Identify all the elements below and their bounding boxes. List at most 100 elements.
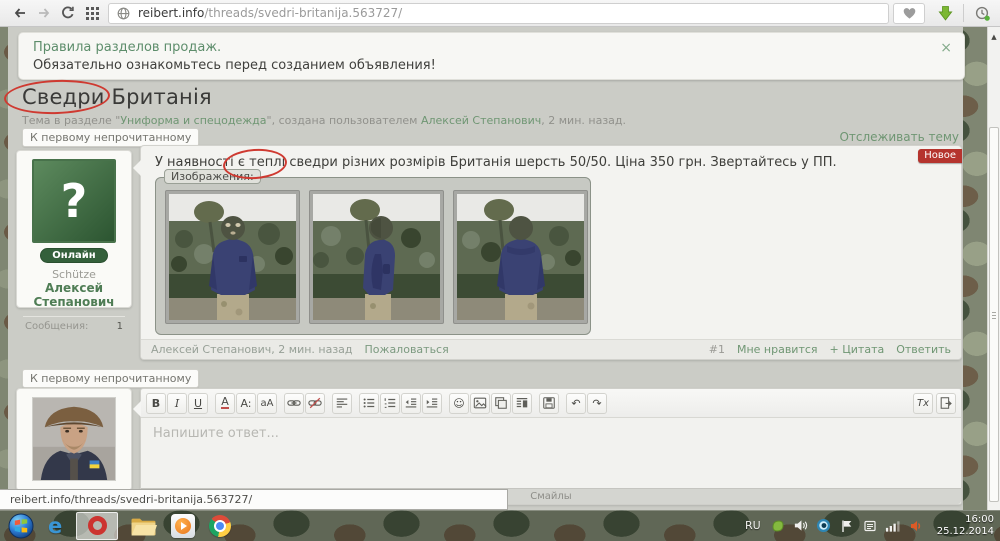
- internet-explorer-icon: e: [48, 514, 62, 538]
- notice-text: Обязательно ознакомьтесь перед созданием…: [33, 57, 934, 75]
- bullet-list-button[interactable]: [359, 393, 379, 414]
- author-name-line2: Степанович: [17, 295, 131, 309]
- clock-date: 25.12.2014: [937, 526, 994, 538]
- like-link[interactable]: Мне нравится: [737, 343, 818, 356]
- first-unread-button-bottom[interactable]: К первому непрочитанному: [22, 369, 199, 388]
- thread-subtitle: Тема в разделе "Униформа и спецодежда", …: [22, 114, 626, 127]
- language-indicator[interactable]: RU: [745, 519, 761, 532]
- author-name-link[interactable]: АлексейСтепанович: [17, 281, 131, 309]
- report-link[interactable]: Пожаловаться: [365, 343, 449, 356]
- link-icon: [287, 396, 301, 410]
- subtitle-suffix: , 2 мин. назад.: [541, 114, 626, 127]
- reload-button[interactable]: [56, 2, 80, 24]
- post-image-back[interactable]: [453, 190, 588, 324]
- back-button[interactable]: [8, 2, 32, 24]
- post-image-side[interactable]: [309, 190, 444, 324]
- scrollbar-thumb[interactable]: [989, 127, 999, 502]
- bookmark-button[interactable]: [893, 3, 925, 24]
- reply-user-avatar[interactable]: [32, 397, 116, 481]
- bold-button[interactable]: B: [146, 393, 166, 414]
- new-badge: Новое: [918, 149, 962, 163]
- undo-button[interactable]: ↶: [566, 393, 586, 414]
- green-app-icon[interactable]: [770, 518, 786, 534]
- unlink-button[interactable]: [305, 393, 325, 414]
- author-name-line1: Алексей: [17, 281, 131, 295]
- taskbar-file-explorer[interactable]: [130, 511, 157, 541]
- text-color-button[interactable]: A: [215, 393, 235, 414]
- update-icon[interactable]: [862, 518, 878, 534]
- post-author-link[interactable]: Алексей Степанович: [151, 343, 271, 356]
- post-image-front[interactable]: [165, 190, 300, 324]
- audio-app-icon[interactable]: [908, 518, 924, 534]
- action-center-flag-icon[interactable]: [839, 518, 855, 534]
- scrollbar-grip: [992, 315, 996, 316]
- history-sync-button[interactable]: [970, 2, 994, 24]
- underline-button[interactable]: U: [188, 393, 208, 414]
- toolbar-divider: [963, 4, 964, 22]
- taskbar-media-player[interactable]: [171, 511, 195, 541]
- redo-button[interactable]: ↷: [587, 393, 607, 414]
- forum-section-link[interactable]: Униформа и спецодежда: [120, 114, 266, 127]
- outdent-button[interactable]: [401, 393, 421, 414]
- reload-icon: [60, 5, 76, 21]
- align-button[interactable]: [332, 393, 352, 414]
- volume-icon[interactable]: [793, 518, 809, 534]
- remove-format-button[interactable]: Tx: [913, 393, 933, 414]
- chrome-icon: [209, 515, 231, 537]
- start-button[interactable]: [8, 511, 34, 541]
- taskbar-chrome[interactable]: [209, 511, 231, 541]
- gallery-icon: [494, 396, 508, 410]
- insert-image-button[interactable]: [470, 393, 490, 414]
- thread-author-link[interactable]: Алексей Степанович: [421, 114, 541, 127]
- url-host: reibert.info: [138, 6, 204, 20]
- reply-input[interactable]: Напишите ответ...: [141, 418, 961, 488]
- opera-icon: [88, 516, 107, 535]
- heart-icon: [902, 6, 917, 20]
- download-button[interactable]: [933, 2, 957, 24]
- page-scrollbar[interactable]: ▲: [987, 27, 1000, 510]
- forward-button[interactable]: [32, 2, 56, 24]
- scroll-up-icon[interactable]: ▲: [988, 33, 1000, 41]
- toolbar-right-group: Tx: [913, 393, 956, 414]
- post-bubble: Новое У наявності є теплі сведри різних …: [140, 145, 962, 360]
- text-block-button[interactable]: [512, 393, 532, 414]
- messages-row: Сообщения:1: [17, 317, 131, 337]
- font-family-button[interactable]: aA: [257, 393, 277, 414]
- post-footer: Алексей Степанович, 2 мин. назадПожалова…: [141, 339, 961, 359]
- indent-button[interactable]: [422, 393, 442, 414]
- system-tray: RU 16:00 25.12.2014: [745, 514, 994, 538]
- numbered-list-button[interactable]: [380, 393, 400, 414]
- notice-rules-link[interactable]: Правила разделов продаж.: [33, 40, 221, 55]
- back-icon: [12, 5, 28, 21]
- gallery-button[interactable]: [491, 393, 511, 414]
- font-size-button[interactable]: A:: [236, 393, 256, 414]
- subtitle-mid: ", создана пользователем: [267, 114, 421, 127]
- url-path: /threads/svedri-britanija.563727/: [204, 6, 402, 20]
- align-icon: [335, 396, 349, 410]
- editor-toolbar: B I U A A: aA: [141, 389, 961, 418]
- image-thumbnails: [165, 190, 581, 324]
- clock[interactable]: 16:00 25.12.2014: [937, 514, 994, 538]
- quote-link[interactable]: + Цитата: [830, 343, 885, 356]
- taskbar-opera-active[interactable]: [76, 512, 118, 540]
- signal-bars-icon[interactable]: [885, 518, 901, 534]
- taskbar-internet-explorer[interactable]: e: [48, 511, 62, 541]
- reply-link[interactable]: Ответить: [896, 343, 951, 356]
- smiley-button[interactable]: ☺: [449, 393, 469, 414]
- history-sync-icon: [974, 5, 991, 22]
- address-bar[interactable]: reibert.info/threads/svedri-britanija.56…: [108, 3, 889, 24]
- speed-dial-button[interactable]: [80, 2, 104, 24]
- notice-close-icon[interactable]: ×: [940, 39, 952, 57]
- reply-editor: B I U A A: aA: [140, 388, 962, 505]
- spoiler-toggle[interactable]: Изображения:: [164, 169, 261, 184]
- insert-link-button[interactable]: [284, 393, 304, 414]
- watch-thread-link[interactable]: Отслеживать тему: [839, 130, 959, 144]
- author-avatar[interactable]: ?: [32, 159, 116, 243]
- save-draft-button[interactable]: [539, 393, 559, 414]
- network-eye-icon[interactable]: [816, 518, 832, 534]
- post-number[interactable]: #1: [709, 343, 725, 356]
- source-toggle-button[interactable]: [936, 393, 956, 414]
- folder-icon: [130, 515, 157, 537]
- italic-button[interactable]: I: [167, 393, 187, 414]
- media-player-icon: [171, 514, 195, 538]
